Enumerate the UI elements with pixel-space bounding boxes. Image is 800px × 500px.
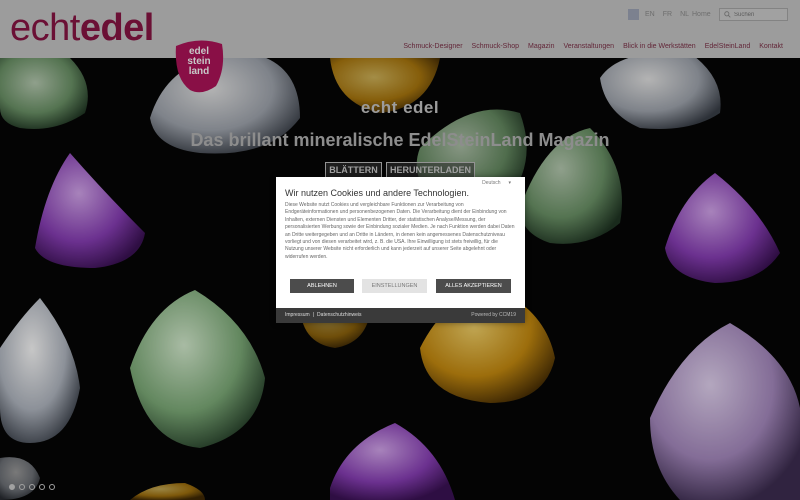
cookie-language-select[interactable]: Deutsch ▾ — [482, 180, 511, 186]
cookie-footer-links: Impressum | Datenschutzhinweis — [285, 312, 362, 318]
datenschutz-link[interactable]: Datenschutzhinweis — [317, 312, 361, 318]
accept-all-button[interactable]: ALLES AKZEPTIEREN — [436, 279, 511, 293]
powered-by-link[interactable]: Powered by CCM19 — [471, 312, 516, 318]
cookie-language-value: Deutsch — [482, 180, 501, 186]
chevron-down-icon: ▾ — [508, 180, 511, 186]
footer-separator: | — [312, 312, 315, 318]
impressum-link[interactable]: Impressum — [285, 312, 310, 318]
reject-button[interactable]: ABLEHNEN — [290, 279, 354, 293]
settings-button[interactable]: EINSTELLUNGEN — [362, 279, 427, 293]
cookie-text: Diese Website nutzt Cookies und vergleic… — [285, 202, 515, 260]
cookie-title: Wir nutzen Cookies und andere Technologi… — [285, 188, 469, 198]
cookie-dialog: Deutsch ▾ Wir nutzen Cookies und andere … — [276, 177, 525, 323]
cookie-footer: Impressum | Datenschutzhinweis Powered b… — [276, 308, 525, 323]
